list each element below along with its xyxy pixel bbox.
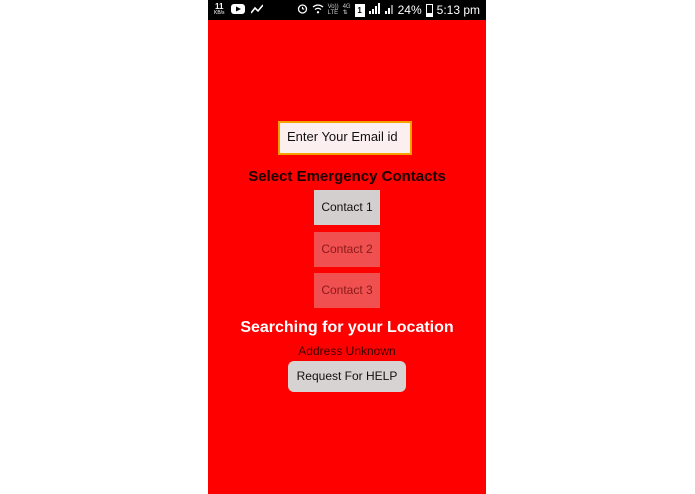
network-speed-value: 11 [215, 2, 224, 11]
data-arrows-icon: ⇅ [342, 10, 348, 16]
volte-indicator: Vo)) LTE [328, 4, 339, 16]
select-contacts-title: Select Emergency Contacts [248, 168, 446, 185]
contact-2-button[interactable]: Contact 2 [314, 232, 380, 267]
youtube-icon [230, 3, 245, 17]
signal-2-icon [384, 3, 394, 17]
status-bar: 11 KB/s Vo)) LTE 4G ⇅ 1 24% 5:13 pm [208, 0, 486, 20]
app-screen: 11 KB/s Vo)) LTE 4G ⇅ 1 24% 5:13 pm Ente… [208, 0, 486, 494]
alarm-icon [297, 3, 308, 17]
signal-icon [368, 3, 381, 17]
network-speed-indicator: 11 KB/s [214, 3, 225, 17]
network-type-indicator: 4G ⇅ [343, 4, 351, 16]
email-input[interactable]: Enter Your Email id [278, 121, 412, 155]
volte-bottom-label: LTE [327, 10, 339, 16]
trending-icon [249, 3, 264, 17]
battery-icon [425, 3, 433, 17]
sim-icon: 1 [354, 3, 365, 17]
request-help-button[interactable]: Request For HELP [288, 361, 406, 392]
battery-percent: 24% [397, 3, 422, 17]
location-status-title: Searching for your Location [240, 319, 454, 336]
status-bar-left: 11 KB/s [208, 3, 264, 17]
wifi-icon [312, 3, 324, 17]
status-bar-right: Vo)) LTE 4G ⇅ 1 24% 5:13 pm [297, 0, 480, 20]
contact-1-button[interactable]: Contact 1 [314, 190, 380, 225]
address-text: Address Unknown [298, 344, 396, 358]
network-speed-unit: KB/s [214, 10, 225, 16]
clock: 5:13 pm [436, 3, 480, 17]
battery-fill [426, 12, 432, 16]
contact-3-button[interactable]: Contact 3 [314, 273, 380, 308]
